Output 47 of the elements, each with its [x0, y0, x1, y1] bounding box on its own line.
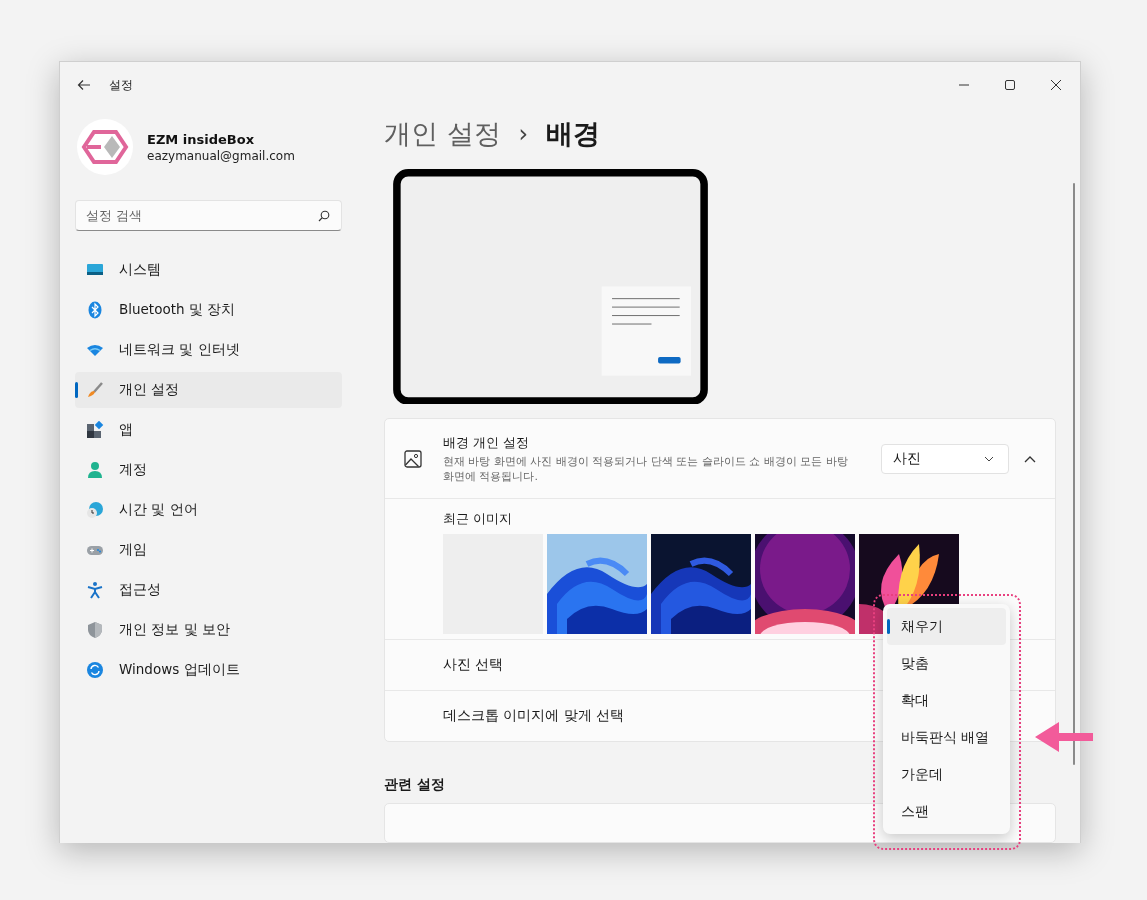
globe-clock-icon — [86, 501, 104, 519]
menu-item[interactable]: 맞춤 — [887, 645, 1006, 682]
background-type-dropdown[interactable]: 사진 — [881, 443, 1009, 474]
menu-item[interactable]: 채우기 — [887, 608, 1006, 645]
nav-item[interactable]: 네트워크 및 인터넷 — [75, 332, 342, 368]
nav-item[interactable]: Windows 업데이트 — [75, 652, 342, 688]
nav-item[interactable]: 접근성 — [75, 572, 342, 608]
nav-item[interactable]: 앱 — [75, 412, 342, 448]
image-icon — [403, 448, 423, 469]
accessibility-icon — [86, 581, 104, 599]
scrollbar[interactable] — [1073, 183, 1075, 765]
back-icon[interactable] — [77, 78, 91, 92]
window-title: 설정 — [109, 76, 133, 94]
setting-title: 배경 개인 설정 — [443, 433, 531, 452]
account-email: eazymanual@gmail.com — [147, 148, 295, 163]
bluetooth-icon — [86, 301, 104, 319]
update-icon — [86, 661, 104, 679]
setting-row-label[interactable]: 사진 선택 — [443, 656, 504, 675]
section-heading: 관련 설정 — [384, 776, 446, 795]
recent-images-label: 최근 이미지 — [443, 510, 514, 529]
avatar-logo-icon — [77, 119, 133, 175]
nav-item[interactable]: 계정 — [75, 452, 342, 488]
nav-item[interactable]: Bluetooth 및 장치 — [75, 292, 342, 328]
nav-item[interactable]: 개인 설정 — [75, 372, 342, 408]
nav-item[interactable]: 시스템 — [75, 252, 342, 288]
setting-row-label[interactable]: 데스크톱 이미지에 맞게 선택 — [443, 707, 624, 726]
brush-icon — [86, 381, 104, 399]
person-icon — [86, 461, 104, 479]
apps-icon — [86, 421, 104, 439]
close-icon[interactable] — [1050, 79, 1062, 91]
pointer-arrow — [1035, 722, 1093, 752]
nav-item[interactable]: 개인 정보 및 보안 — [75, 612, 342, 648]
menu-item[interactable]: 가운데 — [887, 756, 1006, 793]
nav-item[interactable]: 시간 및 언어 — [75, 492, 342, 528]
menu-item[interactable]: 스팬 — [887, 793, 1006, 830]
setting-description: 현재 바탕 화면에 사진 배경이 적용되거나 단색 또는 슬라이드 쇼 배경이 모든 바탕 화면에 적용됩니다. — [443, 453, 849, 484]
account-name: EZM insideBox — [147, 131, 256, 147]
search-field[interactable]: 설정 검색 — [75, 200, 342, 231]
menu-item[interactable]: 바둑판식 배열 — [887, 719, 1006, 756]
nav-item[interactable]: 게임 — [75, 532, 342, 568]
breadcrumb-parent[interactable]: 개인 설정 — [384, 116, 501, 153]
breadcrumb-separator: › — [518, 120, 529, 149]
page-title: 배경 — [546, 117, 601, 152]
search-icon — [318, 210, 330, 222]
menu-item[interactable]: 확대 — [887, 682, 1006, 719]
maximize-icon[interactable] — [1004, 79, 1016, 91]
shield-icon — [86, 621, 104, 639]
